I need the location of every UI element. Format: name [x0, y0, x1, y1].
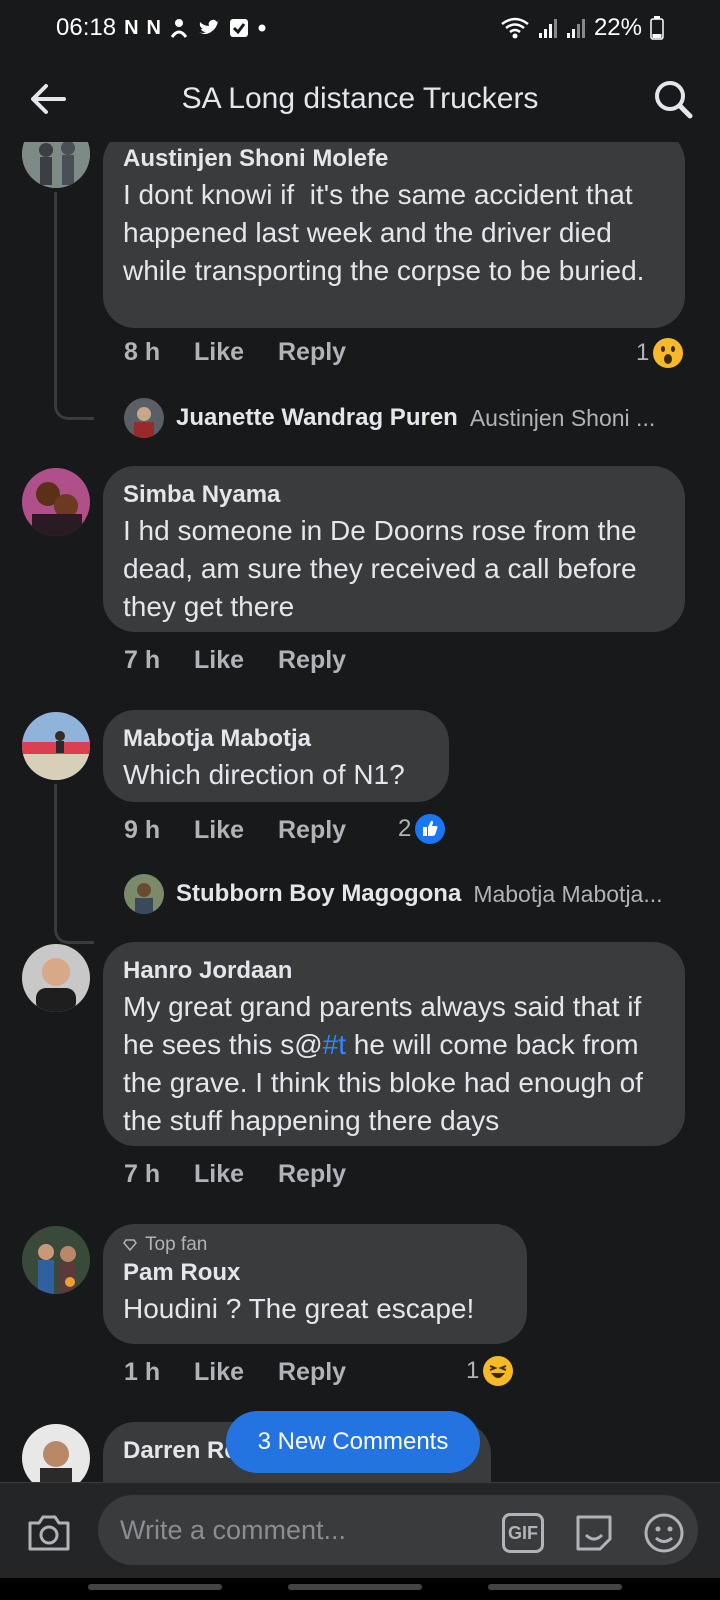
reply-text: Mabotja Mabotja... — [473, 880, 663, 907]
wow-reaction-icon — [653, 338, 684, 368]
reaction-count: 1 — [636, 339, 650, 366]
notification-n-icon: N — [146, 16, 161, 39]
search-icon[interactable] — [652, 78, 694, 120]
comments-feed[interactable]: Austinjen Shoni Molefe I dont knowi if i… — [0, 142, 720, 1482]
comment-author[interactable]: Austinjen Shoni Molefe — [123, 142, 665, 176]
reply-button[interactable]: Reply — [278, 338, 364, 367]
back-arrow-icon[interactable] — [28, 78, 70, 120]
avatar[interactable] — [22, 1424, 90, 1482]
battery-percent: 22% — [593, 14, 642, 41]
comment-text: I hd someone in De Doorns rose from the … — [123, 515, 645, 622]
reaction-summary[interactable]: 2 — [398, 814, 446, 844]
reply-author: Juanette Wandrag Puren — [176, 404, 458, 431]
top-fan-label: Top fan — [145, 1234, 208, 1255]
comment-text: Which direction of N1? — [123, 759, 405, 790]
notification-app-icon — [170, 19, 188, 38]
reply-author: Stubborn Boy Magogona — [176, 880, 462, 907]
comment-bubble[interactable]: Austinjen Shoni Molefe I dont knowi if i… — [103, 142, 685, 328]
twitter-icon — [198, 19, 220, 34]
comment-bubble[interactable]: Simba Nyama I hd someone in De Doorns ro… — [103, 466, 685, 632]
status-time: 06:18 — [56, 14, 117, 41]
page-title: SA Long distance Truckers — [181, 82, 539, 115]
comment-text: Houdini ? The great escape! — [123, 1293, 475, 1324]
reaction-count: 1 — [466, 1357, 480, 1384]
avatar[interactable] — [22, 944, 90, 1012]
nav-recents-handle[interactable] — [88, 1584, 222, 1590]
avatar[interactable] — [22, 468, 90, 536]
dot-icon — [258, 24, 266, 32]
haha-reaction-icon — [483, 1356, 514, 1386]
comment-composer: GIF — [0, 1482, 720, 1578]
comment-author[interactable]: Hanro Jordaan — [123, 954, 665, 988]
nav-back-handle[interactable] — [488, 1584, 622, 1590]
hashtag-link[interactable]: #t — [323, 1029, 346, 1060]
notification-n-icon: N — [124, 16, 139, 39]
reply-button[interactable]: Reply — [278, 1358, 364, 1387]
avatar — [124, 398, 164, 438]
comment-actions: 8 h Like Reply — [124, 338, 364, 367]
comment-author[interactable]: Mabotja Mabotja — [123, 722, 429, 756]
reply-button[interactable]: Reply — [278, 646, 364, 675]
comment-time[interactable]: 7 h — [124, 1160, 194, 1189]
like-button[interactable]: Like — [194, 816, 278, 845]
gif-button[interactable]: GIF — [502, 1513, 544, 1553]
signal-icon — [538, 19, 557, 38]
comment-actions: 7 h Like Reply — [124, 1160, 364, 1189]
avatar — [124, 874, 164, 914]
new-comments-button[interactable]: 3 New Comments — [226, 1411, 480, 1473]
camera-icon[interactable] — [26, 1513, 72, 1553]
like-button[interactable]: Like — [194, 1160, 278, 1189]
avatar[interactable] — [22, 142, 90, 188]
avatar[interactable] — [22, 712, 90, 780]
battery-icon — [650, 16, 664, 40]
comment-time[interactable]: 7 h — [124, 646, 194, 675]
comment-bubble[interactable]: Top fan Pam Roux Houdini ? The great esc… — [103, 1224, 527, 1344]
like-button[interactable]: Like — [194, 646, 278, 675]
thread-line — [54, 192, 94, 420]
reply-button[interactable]: Reply — [278, 1160, 364, 1189]
reply-button[interactable]: Reply — [278, 816, 364, 845]
reaction-summary[interactable]: 1 — [636, 338, 684, 368]
reply-text: Austinjen Shoni ... — [469, 404, 656, 431]
comment-bubble[interactable]: Mabotja Mabotja Which direction of N1? — [103, 710, 449, 802]
reaction-count: 2 — [398, 815, 412, 842]
comment-time[interactable]: 1 h — [124, 1358, 194, 1387]
signal-icon — [566, 19, 585, 38]
sticker-icon[interactable] — [572, 1511, 616, 1555]
comment-time[interactable]: 8 h — [124, 338, 194, 367]
reply-preview[interactable]: Stubborn Boy Magogona Mabotja Mabotja... — [124, 874, 663, 914]
checkbox-icon — [229, 19, 248, 37]
comment-text: My great grand parents always said that … — [123, 988, 665, 1140]
like-reaction-icon — [415, 814, 446, 844]
comment-actions: 7 h Like Reply — [124, 646, 364, 675]
comment-time[interactable]: 9 h — [124, 816, 194, 845]
emoji-icon[interactable] — [642, 1511, 686, 1555]
wifi-icon — [501, 17, 529, 39]
comment-author[interactable]: Pam Roux — [123, 1256, 507, 1290]
thread-line — [54, 784, 94, 944]
status-bar: 06:18 N N 22% — [0, 0, 720, 56]
reaction-summary[interactable]: 1 — [466, 1356, 514, 1386]
group-header: SA Long distance Truckers — [0, 56, 720, 142]
like-button[interactable]: Like — [194, 1358, 278, 1387]
reply-preview[interactable]: Juanette Wandrag Puren Austinjen Shoni .… — [124, 398, 655, 438]
comment-bubble[interactable]: Hanro Jordaan My great grand parents alw… — [103, 942, 685, 1146]
comment-text: I dont knowi if it's the same accident t… — [123, 179, 645, 286]
avatar[interactable] — [22, 1226, 90, 1294]
comment-actions: 9 h Like Reply — [124, 816, 364, 845]
top-fan-badge: Top fan — [123, 1234, 507, 1256]
nav-home-handle[interactable] — [288, 1584, 422, 1590]
diamond-icon — [123, 1239, 137, 1252]
like-button[interactable]: Like — [194, 338, 278, 367]
comment-actions: 1 h Like Reply — [124, 1358, 364, 1387]
system-nav-bar — [0, 1578, 720, 1600]
comment-author[interactable]: Simba Nyama — [123, 478, 665, 512]
